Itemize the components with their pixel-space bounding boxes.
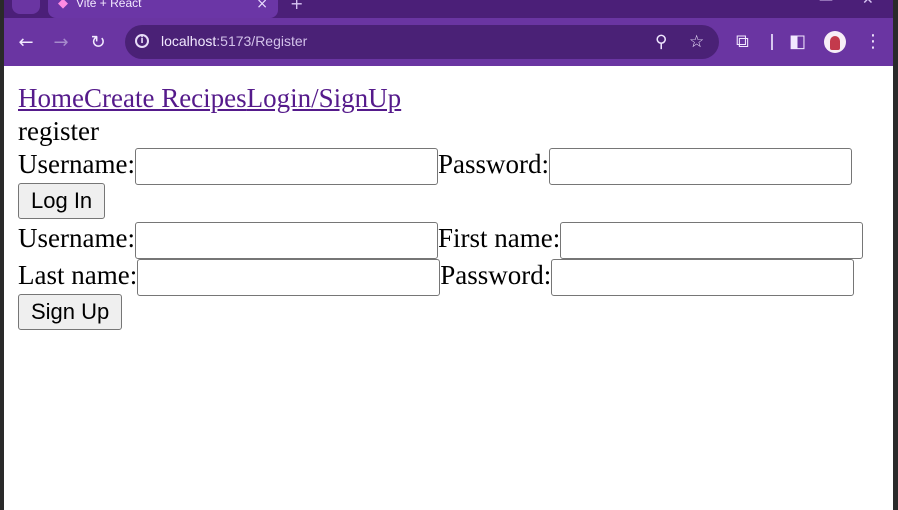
toolbar-divider — [771, 34, 773, 50]
active-tab[interactable]: ◆ Vite + React × — [48, 0, 278, 18]
first-name-input[interactable] — [560, 222, 864, 260]
url-text[interactable]: localhost:5173/Register — [161, 33, 307, 49]
profile-avatar[interactable] — [824, 31, 846, 53]
url-host: localhost — [161, 33, 217, 49]
minimize-button[interactable]: — — [819, 0, 833, 8]
extensions-icon[interactable]: ⧉ — [736, 31, 749, 52]
signup-button[interactable]: Sign Up — [18, 294, 123, 330]
tab-search-button[interactable] — [12, 0, 40, 14]
page-content: HomeCreate RecipesLogin/SignUp register … — [18, 80, 864, 331]
login-password-label: Password: — [437, 149, 549, 179]
nav-link-home[interactable]: Home — [18, 83, 84, 113]
tab-title: Vite + React — [76, 0, 142, 10]
close-icon[interactable]: × — [256, 0, 268, 12]
back-icon[interactable]: ← — [15, 31, 37, 53]
login-button-row: Log In — [18, 183, 863, 220]
nav-link-create-recipes[interactable]: Create Recipes — [84, 83, 247, 113]
signup-password-label: Password: — [440, 260, 552, 290]
zoom-icon[interactable]: ⚲ — [655, 32, 667, 52]
browser-toolbar: ← → ↻ i localhost:5173/Register ⚲ ☆ ⧉ ◧ … — [4, 18, 893, 66]
top-nav: HomeCreate RecipesLogin/SignUp — [18, 80, 863, 116]
login-password-input[interactable] — [548, 148, 852, 186]
right-window-edge — [893, 0, 898, 510]
tab-strip: ◆ Vite + React × + — ✕ — [4, 0, 893, 18]
signup-row-1: Username: First name: — [18, 220, 864, 260]
last-name-label: Last name: — [18, 260, 138, 290]
star-icon[interactable]: ☆ — [689, 32, 704, 52]
reload-icon[interactable]: ↻ — [87, 31, 109, 53]
url-path: :5173/Register — [216, 33, 308, 49]
page-viewport: HomeCreate RecipesLogin/SignUp register … — [4, 66, 893, 510]
vite-icon: ◆ — [58, 0, 68, 11]
side-panel-icon[interactable]: ◧ — [789, 31, 806, 52]
signup-password-input[interactable] — [551, 259, 855, 297]
login-username-label: Username: — [18, 149, 135, 179]
login-form-row: Username: Password: — [18, 146, 863, 186]
signup-button-row: Sign Up — [18, 294, 863, 331]
window-close-button[interactable]: ✕ — [862, 0, 874, 8]
login-username-input[interactable] — [134, 148, 438, 186]
forward-icon[interactable]: → — [50, 31, 72, 53]
menu-icon[interactable]: ⋮ — [864, 31, 882, 52]
new-tab-button[interactable]: + — [290, 0, 303, 13]
last-name-input[interactable] — [137, 259, 441, 297]
page-title: register — [18, 116, 99, 146]
first-name-label: First name: — [437, 223, 561, 253]
signup-row-2: Last name: Password: — [18, 257, 863, 297]
nav-link-login-signup[interactable]: Login/SignUp — [247, 83, 402, 113]
signup-username-label: Username: — [18, 223, 135, 253]
signup-username-input[interactable] — [134, 222, 438, 260]
browser-chrome: ◆ Vite + React × + — ✕ ← → ↻ i localhost… — [4, 0, 893, 66]
address-bar[interactable]: i localhost:5173/Register ⚲ ☆ — [125, 25, 719, 59]
login-button[interactable]: Log In — [18, 183, 106, 219]
info-icon[interactable]: i — [135, 34, 149, 48]
